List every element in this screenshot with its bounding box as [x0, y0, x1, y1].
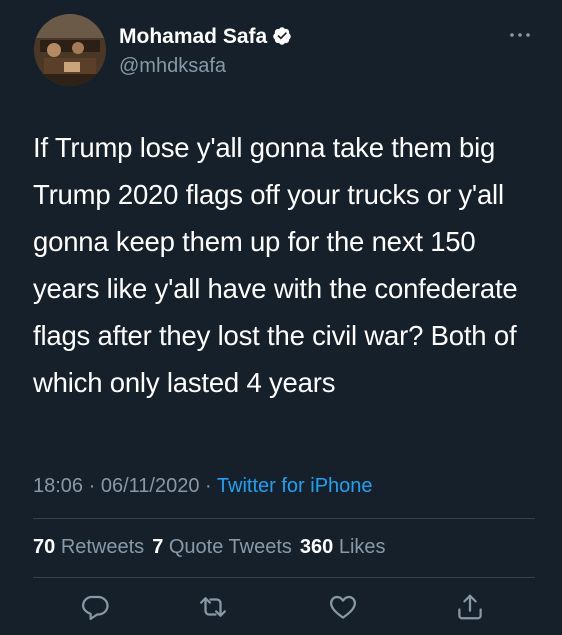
- action-bar: [0, 592, 562, 624]
- verified-badge-icon: [273, 27, 291, 45]
- engagement-stats: 70 Retweets 7 Quote Tweets 360 Likes: [33, 536, 386, 559]
- meta-separator: ·: [88, 475, 96, 497]
- quote-tweets-count: 7: [152, 536, 164, 558]
- meta-separator: ·: [205, 475, 212, 497]
- retweets-stat[interactable]: 70 Retweets: [33, 536, 144, 558]
- author-handle[interactable]: @mhdksafa: [119, 55, 226, 78]
- retweets-count: 70: [33, 536, 56, 558]
- retweet-icon[interactable]: [198, 592, 228, 622]
- likes-count: 360: [299, 536, 334, 558]
- divider: [33, 577, 535, 578]
- tweet-text: If Trump lose y'all gonna take them big …: [33, 132, 518, 398]
- divider: [33, 518, 535, 519]
- profile-photo: [34, 14, 106, 86]
- avatar[interactable]: [34, 14, 106, 86]
- tweet-time[interactable]: 18:06: [33, 475, 83, 497]
- tweet-meta: 18:06 · 06/11/2020 · Twitter for iPhone: [33, 475, 373, 498]
- quote-tweets-label: Quote Tweets: [168, 536, 292, 558]
- likes-label: Likes: [338, 536, 386, 558]
- share-icon[interactable]: [455, 592, 485, 622]
- quote-tweets-stat[interactable]: 7 Quote Tweets: [152, 536, 292, 558]
- tweet-date[interactable]: 06/11/2020: [101, 475, 200, 497]
- likes-stat[interactable]: 360 Likes: [300, 536, 386, 558]
- author-name-row[interactable]: Mohamad Safa: [119, 25, 292, 49]
- tweet-source-link[interactable]: Twitter for iPhone: [217, 475, 373, 497]
- like-icon[interactable]: [328, 592, 358, 622]
- author-display-name[interactable]: Mohamad Safa: [119, 25, 267, 48]
- more-options-icon[interactable]: [508, 30, 532, 40]
- tweet-detail: Mohamad Safa @mhdksafa If Trump lose y'a…: [0, 0, 562, 635]
- reply-icon[interactable]: [80, 592, 110, 622]
- retweets-label: Retweets: [60, 536, 145, 558]
